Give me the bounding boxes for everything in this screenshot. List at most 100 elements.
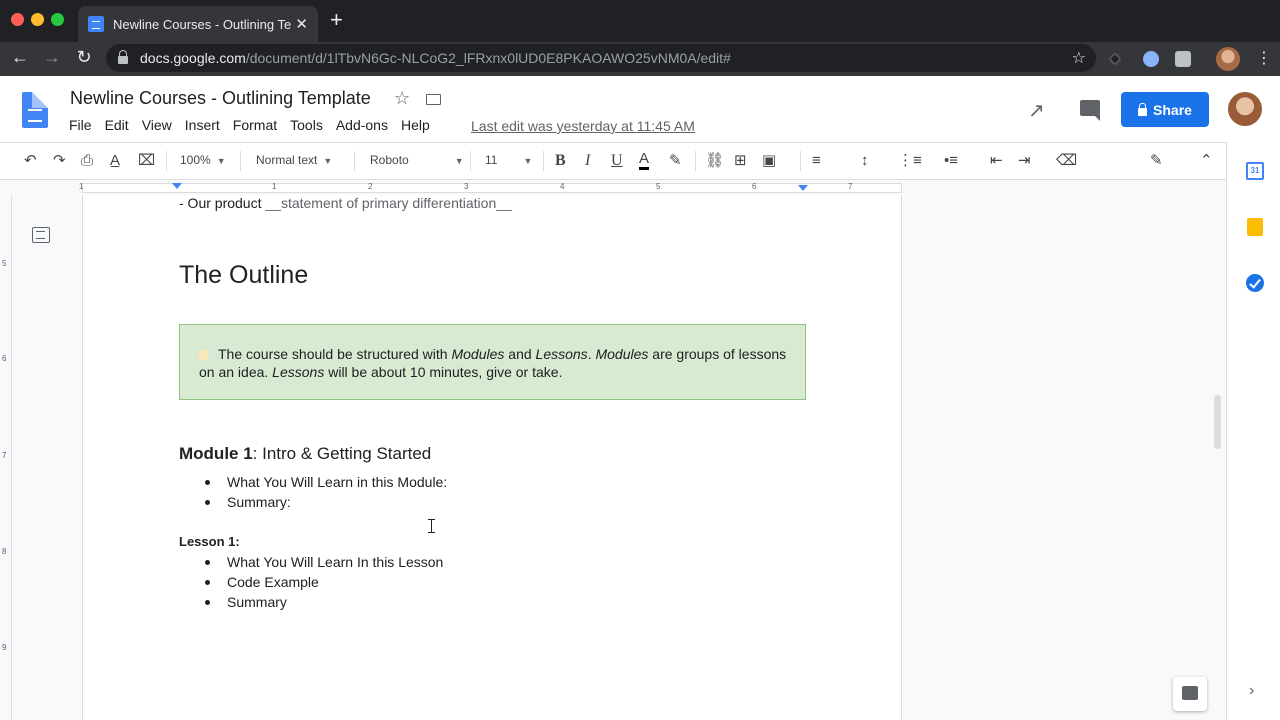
new-tab-button[interactable]: + [330, 9, 343, 31]
paragraph-style-select[interactable]: Normal text ▼ [256, 153, 332, 167]
toolbar-divider [354, 151, 355, 171]
zoom-select[interactable]: 100% ▼ [180, 153, 226, 167]
bold-button[interactable]: B [555, 151, 566, 171]
print-icon[interactable]: ⎙ [81, 151, 93, 171]
window-minimize-button[interactable] [31, 13, 44, 26]
undo-icon[interactable]: ↶ [24, 151, 37, 171]
italic-button[interactable]: I [585, 151, 590, 171]
product-statement-line: - Our product __statement of primary dif… [179, 195, 512, 211]
toolbar-divider [166, 151, 167, 171]
ruler-number: 2 [368, 182, 373, 191]
insert-link-icon[interactable]: ⛓ [705, 151, 724, 171]
menu-edit[interactable]: Edit [105, 117, 129, 133]
forward-button[interactable]: → [40, 47, 64, 68]
document-title[interactable]: Newline Courses - Outlining Template [70, 88, 371, 109]
window-maximize-button[interactable] [51, 13, 64, 26]
menu-view[interactable]: View [142, 117, 172, 133]
keep-icon[interactable] [1247, 218, 1263, 236]
share-label: Share [1153, 101, 1192, 118]
numbered-list-icon[interactable]: ⋮≡ [898, 151, 922, 171]
extension-icon[interactable] [1107, 51, 1123, 67]
vertical-ruler: 5 6 7 8 9 [0, 195, 12, 720]
menu-help[interactable]: Help [401, 117, 430, 133]
extension-icon[interactable] [1143, 51, 1159, 67]
list-item: Code Example [201, 572, 443, 592]
url-input[interactable]: docs.google.com /document/d/1lTbvN6Gc-NL… [106, 44, 1096, 72]
right-indent-marker[interactable] [798, 185, 808, 191]
highlight-color-icon[interactable]: ✎ [669, 151, 682, 171]
ruler-number: 7 [848, 182, 853, 191]
vertical-scrollbar[interactable] [1214, 395, 1221, 449]
menu-insert[interactable]: Insert [185, 117, 220, 133]
menu-tools[interactable]: Tools [290, 117, 323, 133]
ruler-number: 1 [272, 182, 277, 191]
tasks-icon[interactable] [1246, 274, 1264, 292]
list-item: Summary [201, 592, 443, 612]
chevron-down-icon: ▼ [454, 156, 464, 166]
toolbar-divider [800, 151, 801, 171]
document-page[interactable]: - Our product __statement of primary dif… [82, 195, 902, 720]
url-domain: docs.google.com [140, 50, 246, 66]
toolbar-divider [543, 151, 544, 171]
document-outline-icon[interactable] [32, 227, 50, 243]
menu-file[interactable]: File [69, 117, 92, 133]
move-folder-icon[interactable] [426, 94, 441, 105]
insert-image-icon[interactable]: ▣ [762, 151, 776, 171]
extension-icon[interactable] [1175, 51, 1191, 67]
text-cursor-icon [428, 519, 435, 533]
font-size-select[interactable]: 11 ▼ [485, 153, 532, 167]
expand-panel-icon[interactable]: › [1249, 682, 1254, 700]
left-indent-marker[interactable] [172, 183, 182, 189]
lock-icon [118, 50, 128, 64]
tab-title: Newline Courses - Outlining Te [113, 16, 292, 32]
decrease-indent-icon[interactable]: ⇤ [990, 151, 1003, 171]
line-spacing-icon[interactable]: ↕ [861, 151, 869, 171]
menu-addons[interactable]: Add-ons [336, 117, 388, 133]
comment-history-icon[interactable] [1080, 100, 1100, 121]
ruler-number: 1 [79, 182, 84, 191]
chevron-down-icon: ▼ [323, 156, 333, 166]
browser-menu-icon[interactable]: ⋮ [1256, 48, 1272, 68]
docs-logo-icon[interactable] [22, 92, 48, 128]
module-heading: Module 1: Intro & Getting Started [179, 444, 431, 464]
clear-formatting-icon[interactable]: ⌫ [1056, 151, 1077, 171]
spellcheck-icon[interactable]: A̲ [110, 151, 120, 171]
horizontal-ruler: 1 1 2 3 4 5 6 7 [0, 181, 1226, 195]
redo-icon[interactable]: ↷ [53, 151, 66, 171]
browser-tab[interactable]: Newline Courses - Outlining Te ✕ [78, 6, 318, 42]
calendar-icon[interactable]: 31 [1246, 162, 1264, 180]
last-edit-link[interactable]: Last edit was yesterday at 11:45 AM [471, 118, 695, 134]
callout-italic: Modules [595, 346, 649, 362]
explore-button[interactable] [1173, 677, 1207, 711]
tab-close-icon[interactable]: ✕ [295, 15, 308, 33]
account-avatar[interactable] [1228, 92, 1262, 126]
list-item: Summary: [201, 492, 447, 512]
ruler-track [82, 183, 902, 193]
editing-mode-icon[interactable]: ✎ [1150, 151, 1163, 171]
url-path: /document/d/1lTbvN6Gc-NLCoG2_lFRxnx0lUD0… [245, 50, 731, 66]
activity-dashboard-icon[interactable]: ↗ [1028, 98, 1045, 123]
underline-button[interactable]: U [611, 151, 623, 171]
add-comment-icon[interactable]: ⊞ [734, 151, 747, 171]
chevron-down-icon: ▼ [523, 156, 533, 166]
window-close-button[interactable] [11, 13, 24, 26]
text-color-button[interactable]: A [639, 151, 650, 170]
increase-indent-icon[interactable]: ⇥ [1018, 151, 1031, 171]
ruler-number: 8 [2, 547, 7, 556]
star-icon[interactable]: ☆ [394, 88, 410, 109]
bulleted-list-icon[interactable]: •≡ [944, 151, 958, 171]
share-button[interactable]: Share [1121, 92, 1209, 127]
paint-format-icon[interactable]: ⌧ [138, 151, 155, 171]
ruler-number: 4 [560, 182, 565, 191]
font-select[interactable]: Roboto ▼ [370, 153, 464, 167]
bookmark-star-icon[interactable]: ☆ [1072, 48, 1086, 68]
module-bullet-list: What You Will Learn in this Module: Summ… [201, 472, 447, 512]
collapse-menus-icon[interactable]: ⌃ [1200, 151, 1213, 171]
reload-button[interactable]: ↻ [72, 47, 96, 68]
ruler-number: 5 [2, 259, 7, 268]
menu-format[interactable]: Format [233, 117, 277, 133]
ruler-number: 6 [752, 182, 757, 191]
browser-profile-avatar[interactable] [1216, 47, 1240, 71]
align-icon[interactable]: ≡ [812, 151, 821, 171]
back-button[interactable]: ← [8, 47, 32, 68]
